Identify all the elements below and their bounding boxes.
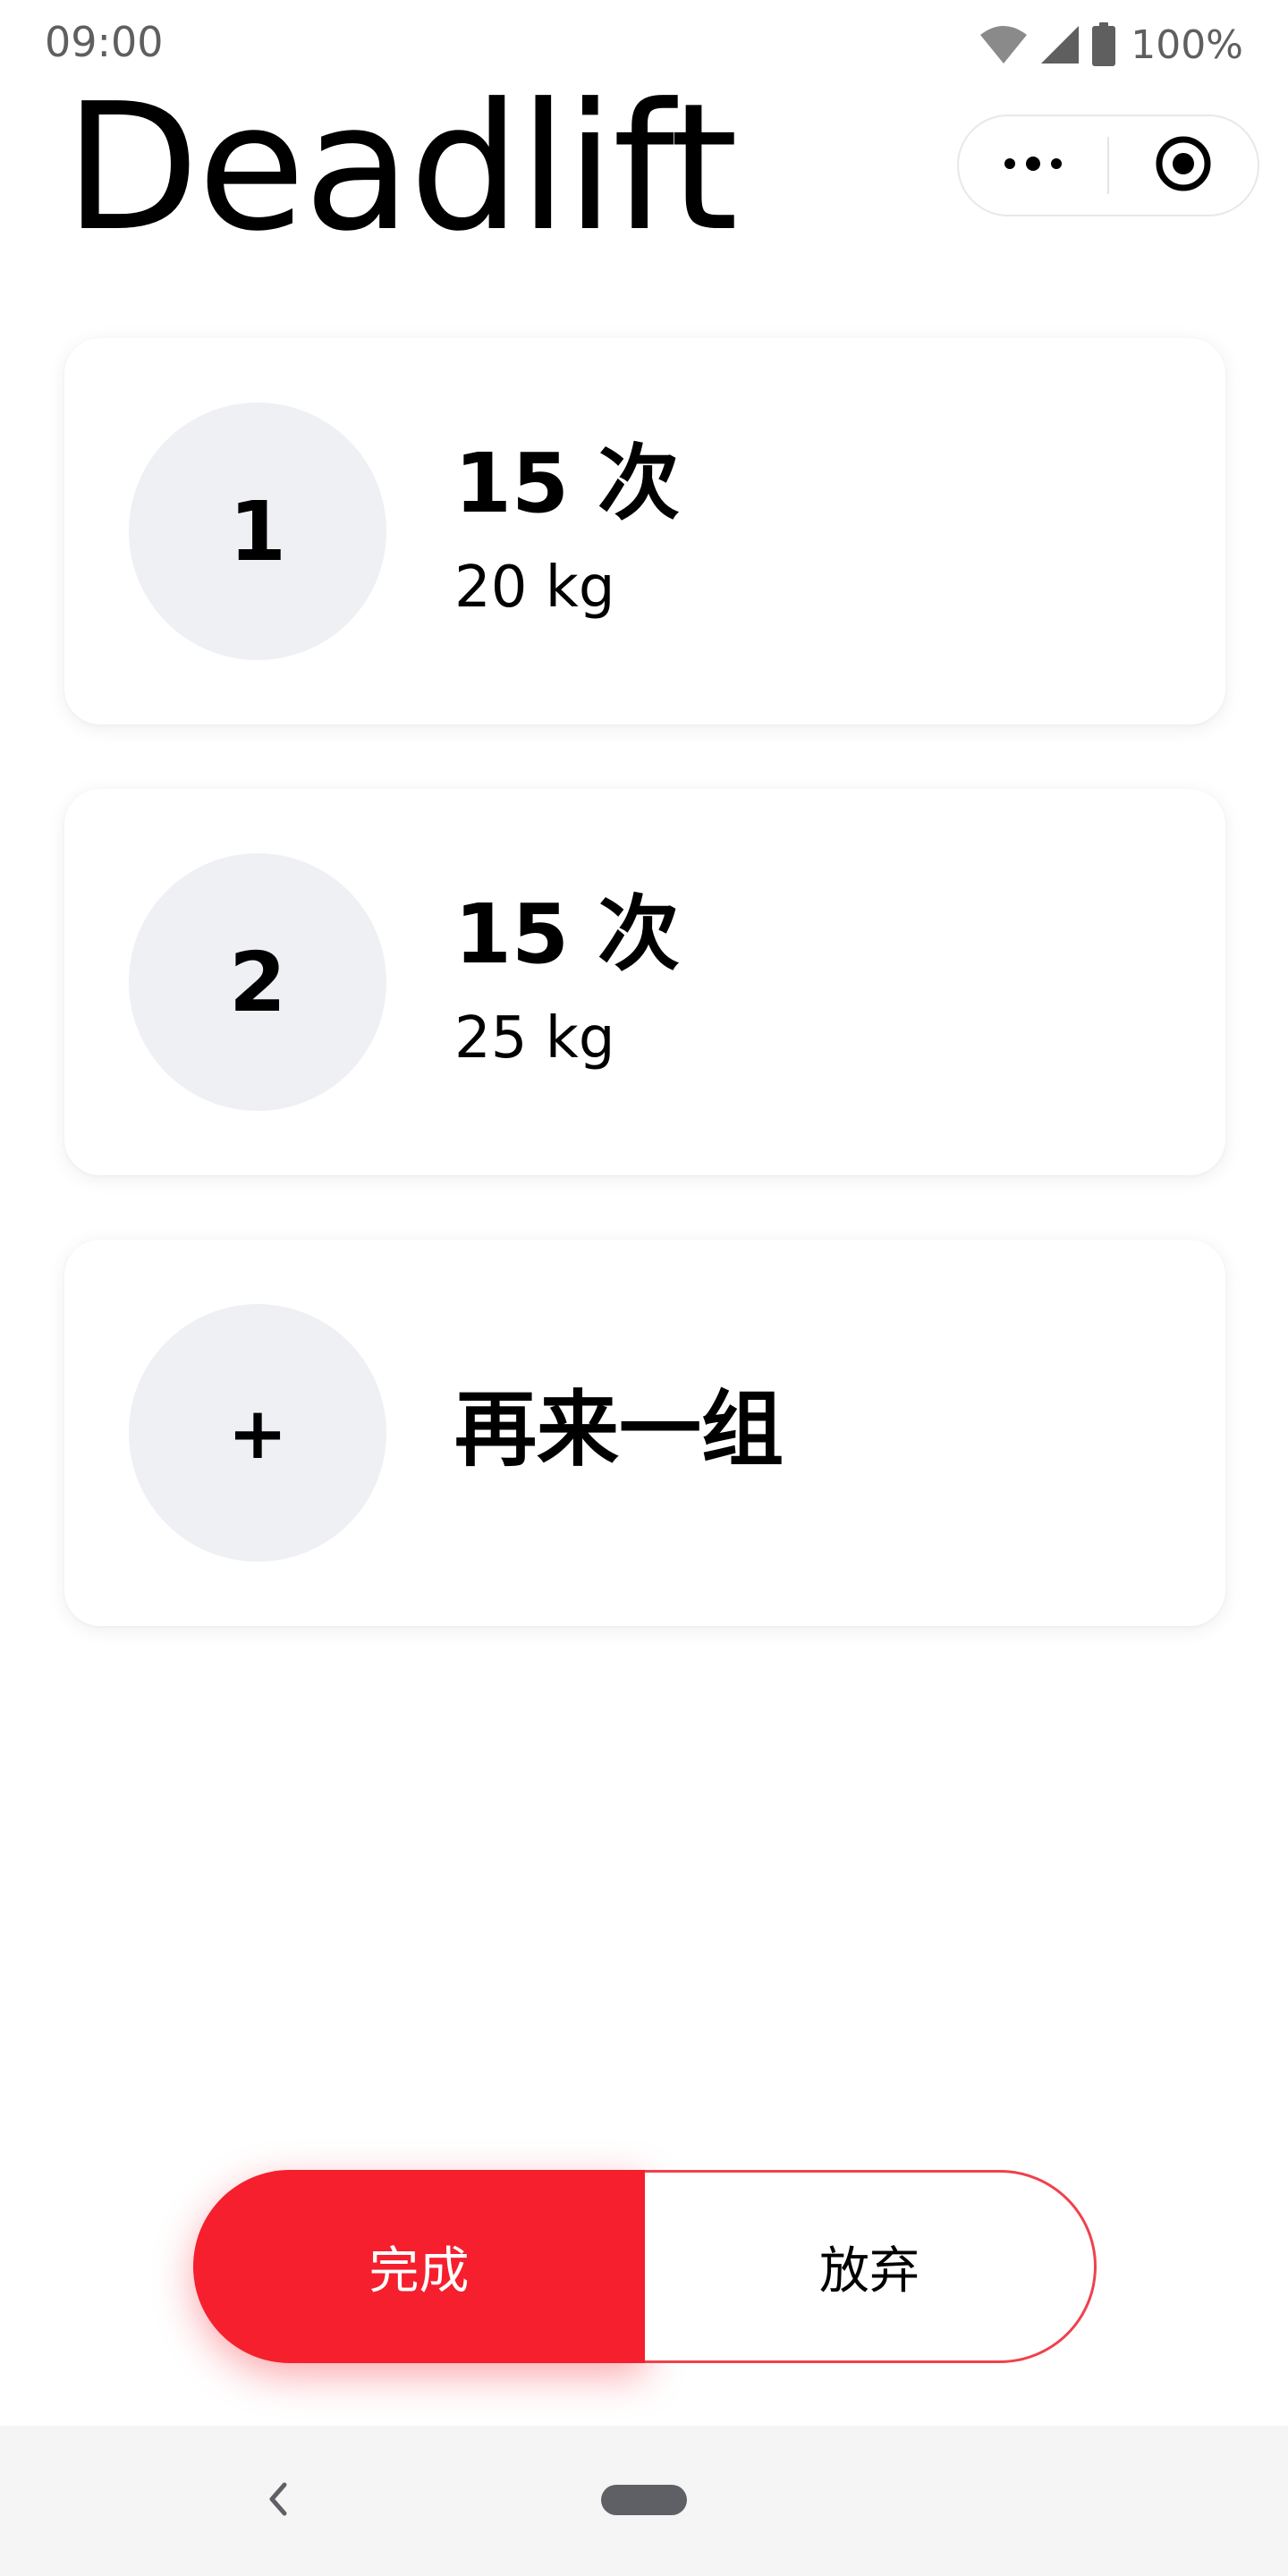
set-card[interactable]: 2 15 次 25 kg (64, 789, 1225, 1175)
status-time: 09:00 (45, 18, 164, 66)
mini-program-capsule (957, 114, 1259, 216)
chevron-left-icon (265, 2479, 290, 2522)
battery-percent: 100% (1131, 21, 1243, 68)
set-weight: 25 kg (454, 1005, 615, 1072)
set-number-badge: 2 (129, 853, 386, 1111)
set-number-badge: 1 (129, 402, 386, 660)
target-circle-icon (1154, 134, 1213, 197)
signal-icon (1039, 24, 1080, 65)
battery-icon (1091, 22, 1116, 67)
add-set-label: 再来一组 (454, 1382, 784, 1478)
set-reps: 15 次 (454, 886, 681, 982)
back-button[interactable] (259, 2472, 295, 2529)
workout-screen: 09:00 100% Deadlift 1 15 次 20 kg 2 15 次 … (0, 0, 1288, 2576)
add-set-button[interactable]: + 再来一组 (64, 1240, 1225, 1626)
set-weight: 20 kg (454, 555, 615, 621)
close-button[interactable] (1109, 116, 1258, 215)
action-buttons: 完成 放弃 (193, 2170, 1097, 2363)
status-icons: 100% (979, 20, 1243, 70)
wifi-icon (979, 24, 1029, 65)
page-title: Deadlift (64, 66, 738, 270)
more-dots-icon (1001, 155, 1065, 176)
home-pill-icon[interactable] (601, 2485, 687, 2515)
system-nav-bar (0, 2426, 1288, 2576)
set-card[interactable]: 1 15 次 20 kg (64, 338, 1225, 724)
more-button[interactable] (959, 116, 1107, 215)
complete-button[interactable]: 完成 (193, 2170, 645, 2363)
plus-icon: + (129, 1304, 386, 1562)
abandon-button[interactable]: 放弃 (645, 2170, 1097, 2363)
set-reps: 15 次 (454, 436, 681, 531)
